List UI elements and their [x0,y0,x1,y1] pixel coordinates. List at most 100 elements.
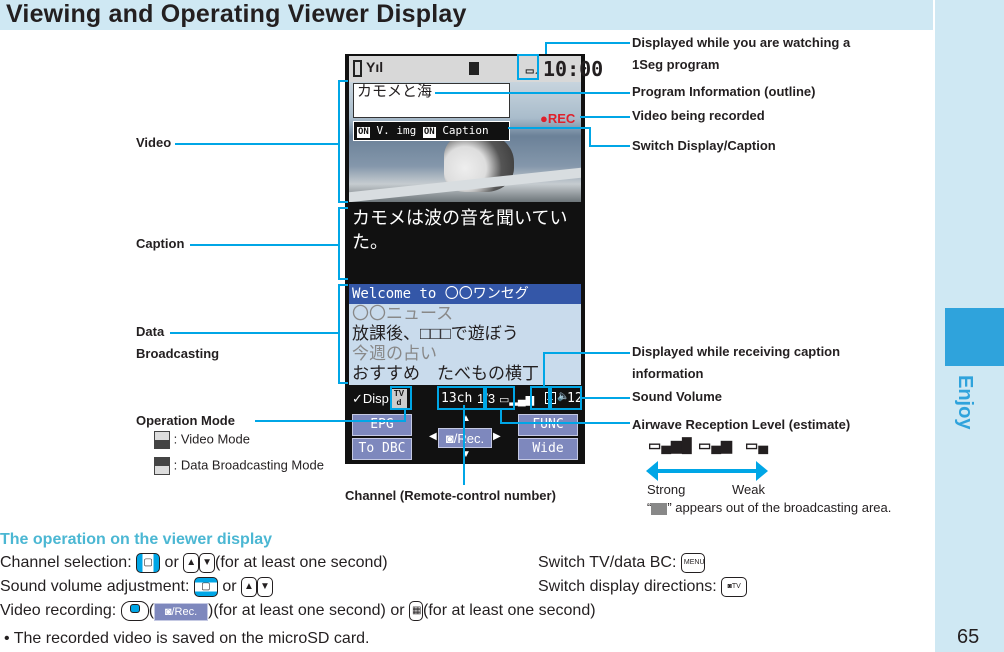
callout-operation-mode: Operation Mode [136,413,235,428]
camera-tv-key-icon: ◙TV [721,576,748,597]
camera-rec-softkey-icon: ◙/Rec. [154,603,209,621]
channel-selection-line: Channel selection: ▢ or ▲ ▼ (for at least … [0,552,388,573]
weak-label: Weak [732,482,765,497]
arrow-right-icon [756,461,768,481]
data-broadcast-area: Welcome to 〇〇ワンセグ 〇〇ニュース 放課後、□□□で遊ぼう 今週の… [349,284,581,385]
microsd-icon [469,62,479,75]
dpad-up-down-icon: ▢ [193,576,218,597]
infobar-highlight-box [390,386,412,410]
page-title: Viewing and Operating Viewer Display [6,0,467,28]
reception-strong-icon: ▭▄▆█ [648,437,692,453]
switch-display-caption-bar[interactable]: ON V. img ON Caption [353,121,510,141]
softkey-func[interactable]: FUNC [518,414,578,436]
video-mode-legend: : Video Mode [154,431,250,449]
arrow-left-icon [646,461,658,481]
on-badge: ON [357,127,370,138]
menu-key-icon: MENU [680,552,705,573]
vimg-label: V. img [376,124,417,137]
switch-tv-line: Switch TV/data BC: MENU [538,552,705,573]
up-key-icon: ▲ [241,576,257,597]
callout-line [589,145,630,147]
data-broadcast-line[interactable]: 放課後、□□□で遊ぼう [349,324,581,344]
program-info-box: カモメと海 [353,83,510,118]
down-key-icon: ▼ [256,576,273,597]
strong-label: Strong [647,482,686,497]
infobar-highlight-box [550,386,582,410]
out-of-area-note: “” appears out of the broadcasting area. [647,500,892,515]
callout-caption-info: Displayed while receiving caption inform… [632,344,841,381]
operations-heading: The operation on the viewer display [0,531,273,548]
callout-line [545,42,547,54]
rec-indicator: ●REC [540,111,576,126]
reception-medium-icon: ▭▄▆ [698,437,732,453]
page-number: 65 [957,626,980,648]
softkey-epg[interactable]: EPG [352,414,412,436]
video-bracket [338,80,348,82]
callout-program-info: Program Information (outline) [632,84,816,99]
side-tab-marker [945,308,1004,366]
video-recording-line: Video recording: (◙/Rec.)(for at least o… [0,600,596,621]
data-broadcast-line[interactable]: 今週の占い [349,344,581,364]
status-bar: Yıl ▭♪ 10:00 [349,56,603,82]
disp-label[interactable]: ✓Disp [352,391,389,407]
callout-recording: Video being recorded [632,108,765,123]
caption-area: カモメは波の音を聞いていた。 [349,202,581,282]
caption-bracket [338,207,340,280]
switch-direction-line: Switch display directions: ◙TV [538,575,748,599]
infobar-highlight-box [530,386,550,410]
dpad-arrows: ▲ ▼ ◀ ▶ [429,413,501,460]
data-broadcast-line[interactable]: Welcome to 〇〇ワンセグ [349,284,581,304]
callout-line [581,397,630,399]
callout-1seg: Displayed while you are watching a 1Seg … [632,35,851,72]
strength-arrow-line [656,469,756,473]
callout-line [175,143,339,145]
callout-sound-volume: Sound Volume [632,389,723,404]
out-of-area-icon [651,502,668,515]
callout-airwave: Airwave Reception Level (estimate) [632,417,851,432]
callout-line [255,420,405,422]
1seg-highlight-box [517,54,539,80]
callout-line [404,408,406,422]
callout-line [545,42,630,44]
callout-line [500,422,630,424]
record-side-key-icon: ▦ [409,600,424,621]
signal-antenna-icon: Yıl [366,59,384,75]
center-key-icon [120,600,149,621]
data-bracket [338,284,340,384]
data-mode-icon [154,457,170,475]
callout-line [589,127,591,147]
up-key-icon: ▲ [183,552,200,573]
data-bracket [338,382,348,384]
callout-video: Video [136,135,172,150]
data-mode-legend: : Data Broadcasting Mode [154,457,324,475]
callout-data-broadcasting: Data Broadcasting [136,324,220,361]
down-key-icon: ▼ [199,552,216,573]
caption-toggle-label: Caption [442,124,489,137]
data-broadcast-line[interactable]: 〇〇ニュース [349,304,581,324]
callout-line [508,127,590,129]
volume-adjust-line: Sound volume adjustment: ▢ or ▲ ▼ [0,575,273,599]
clock: 10:00 [543,57,604,81]
softkey-wide[interactable]: Wide [518,438,578,460]
page-title-bar: Viewing and Operating Viewer Display [0,0,933,30]
infobar-highlight-box [485,386,515,410]
recording-note: • The recorded video is saved on the mic… [4,630,370,647]
callout-line [580,116,630,118]
data-broadcast-line[interactable]: おすすめ たべもの横丁 [349,364,581,384]
callout-line [190,244,339,246]
data-bracket [338,284,348,286]
callout-line [543,352,545,387]
video-bracket [338,80,340,203]
on-badge: ON [422,127,436,138]
callout-switch-display: Switch Display/Caption [632,138,776,153]
caption-bracket [338,278,348,280]
side-tab-label: Enjoy [954,375,976,430]
caption-bracket [338,207,348,209]
softkey-to-dbc[interactable]: To DBC [352,438,412,460]
video-bracket [338,201,348,203]
video-mode-icon [154,431,170,449]
callout-caption: Caption [136,236,185,251]
callout-line [435,92,630,94]
dpad-left-right-icon: ▢ [136,552,161,573]
battery-icon [353,60,362,77]
